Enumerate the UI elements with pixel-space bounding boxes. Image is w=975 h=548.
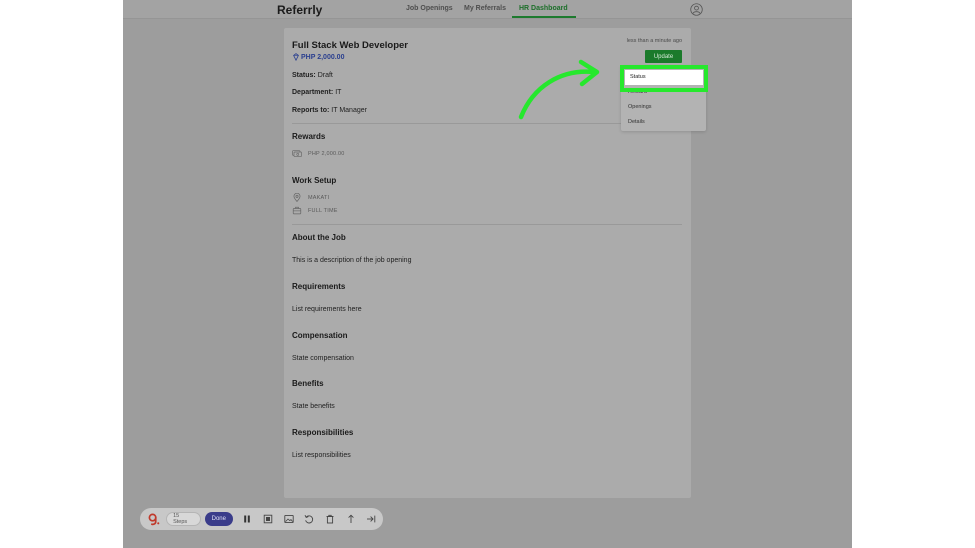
pointer-arrow-icon [518, 59, 600, 120]
requirements-text: List requirements here [292, 306, 362, 313]
brand-logo[interactable]: Referrly [277, 3, 322, 17]
nav-job-openings[interactable]: Job Openings [406, 5, 453, 12]
job-title: Full Stack Web Developer [292, 40, 408, 51]
compensation-heading: Compensation [292, 331, 348, 340]
rewards-value: PHP 2,000.00 [308, 150, 345, 157]
compensation-text: State compensation [292, 355, 354, 362]
update-button[interactable]: Update [645, 50, 682, 63]
reward-amount-text: PHP 2,000.00 [301, 53, 345, 61]
work-setup-heading: Work Setup [292, 176, 337, 185]
nav-my-referrals[interactable]: My Referrals [464, 5, 506, 12]
money-icon [292, 150, 302, 157]
recorder-toolbar: 15 Steps Done [140, 508, 383, 530]
location-pin-icon [293, 193, 301, 202]
pause-button[interactable] [240, 512, 253, 526]
dropdown-item-openings[interactable]: Openings [628, 104, 652, 110]
dropdown-item-details[interactable]: Details [628, 119, 645, 125]
top-nav: Referrly Job Openings My Referrals HR Da… [123, 0, 852, 19]
recorder-logo-icon[interactable] [146, 511, 161, 527]
reports-to-value: IT Manager [331, 107, 367, 114]
nav-hr-dashboard[interactable]: HR Dashboard [519, 5, 568, 12]
benefits-text: State benefits [292, 403, 335, 410]
screenshot-button[interactable] [282, 512, 295, 526]
undo-icon [304, 514, 314, 524]
reports-to-label: Reports to: [292, 107, 330, 114]
reward-amount: PHP 2,000.00 [292, 53, 344, 61]
responsibilities-text: List responsibilities [292, 452, 351, 459]
image-icon [283, 514, 294, 524]
status-field: Status: Draft [292, 72, 333, 79]
skip-icon [367, 515, 376, 523]
reports-to-field: Reports to: IT Manager [292, 107, 367, 114]
undo-button[interactable] [303, 512, 316, 526]
department-label: Department: [292, 89, 334, 96]
dropdown-item-status-label: Status [630, 74, 646, 80]
location-value: MAKATI [308, 194, 330, 201]
export-button[interactable] [344, 512, 357, 526]
about-text: This is a description of the job opening [292, 257, 412, 264]
user-profile-icon[interactable] [690, 3, 703, 16]
steps-counter[interactable]: 15 Steps [166, 512, 201, 526]
pause-icon [244, 515, 250, 523]
delete-button[interactable] [323, 512, 336, 526]
active-tab-indicator [512, 16, 576, 18]
about-heading: About the Job [292, 233, 346, 242]
status-label: Status: [292, 72, 316, 79]
employment-type-row: FULL TIME [292, 206, 338, 215]
department-value: IT [335, 89, 342, 96]
briefcase-icon [292, 206, 302, 215]
department-field: Department: IT [292, 89, 341, 96]
stop-button[interactable] [261, 512, 274, 526]
trash-icon [326, 514, 334, 524]
benefits-heading: Benefits [292, 379, 324, 388]
requirements-heading: Requirements [292, 282, 346, 291]
export-icon [347, 514, 354, 523]
employment-type-value: FULL TIME [308, 207, 338, 214]
last-updated-timestamp: less than a minute ago [626, 38, 682, 44]
rewards-row: PHP 2,000.00 [292, 149, 345, 158]
responsibilities-heading: Responsibilities [292, 428, 354, 437]
diamond-icon [293, 53, 299, 61]
app-viewport: Referrly Job Openings My Referrals HR Da… [123, 0, 852, 548]
done-button[interactable]: Done [204, 512, 233, 526]
stop-icon [263, 514, 273, 524]
status-value: Draft [317, 72, 333, 79]
location-row: MAKATI [292, 193, 329, 202]
divider [292, 224, 682, 225]
rewards-heading: Rewards [292, 132, 326, 141]
skip-button[interactable] [365, 512, 378, 526]
